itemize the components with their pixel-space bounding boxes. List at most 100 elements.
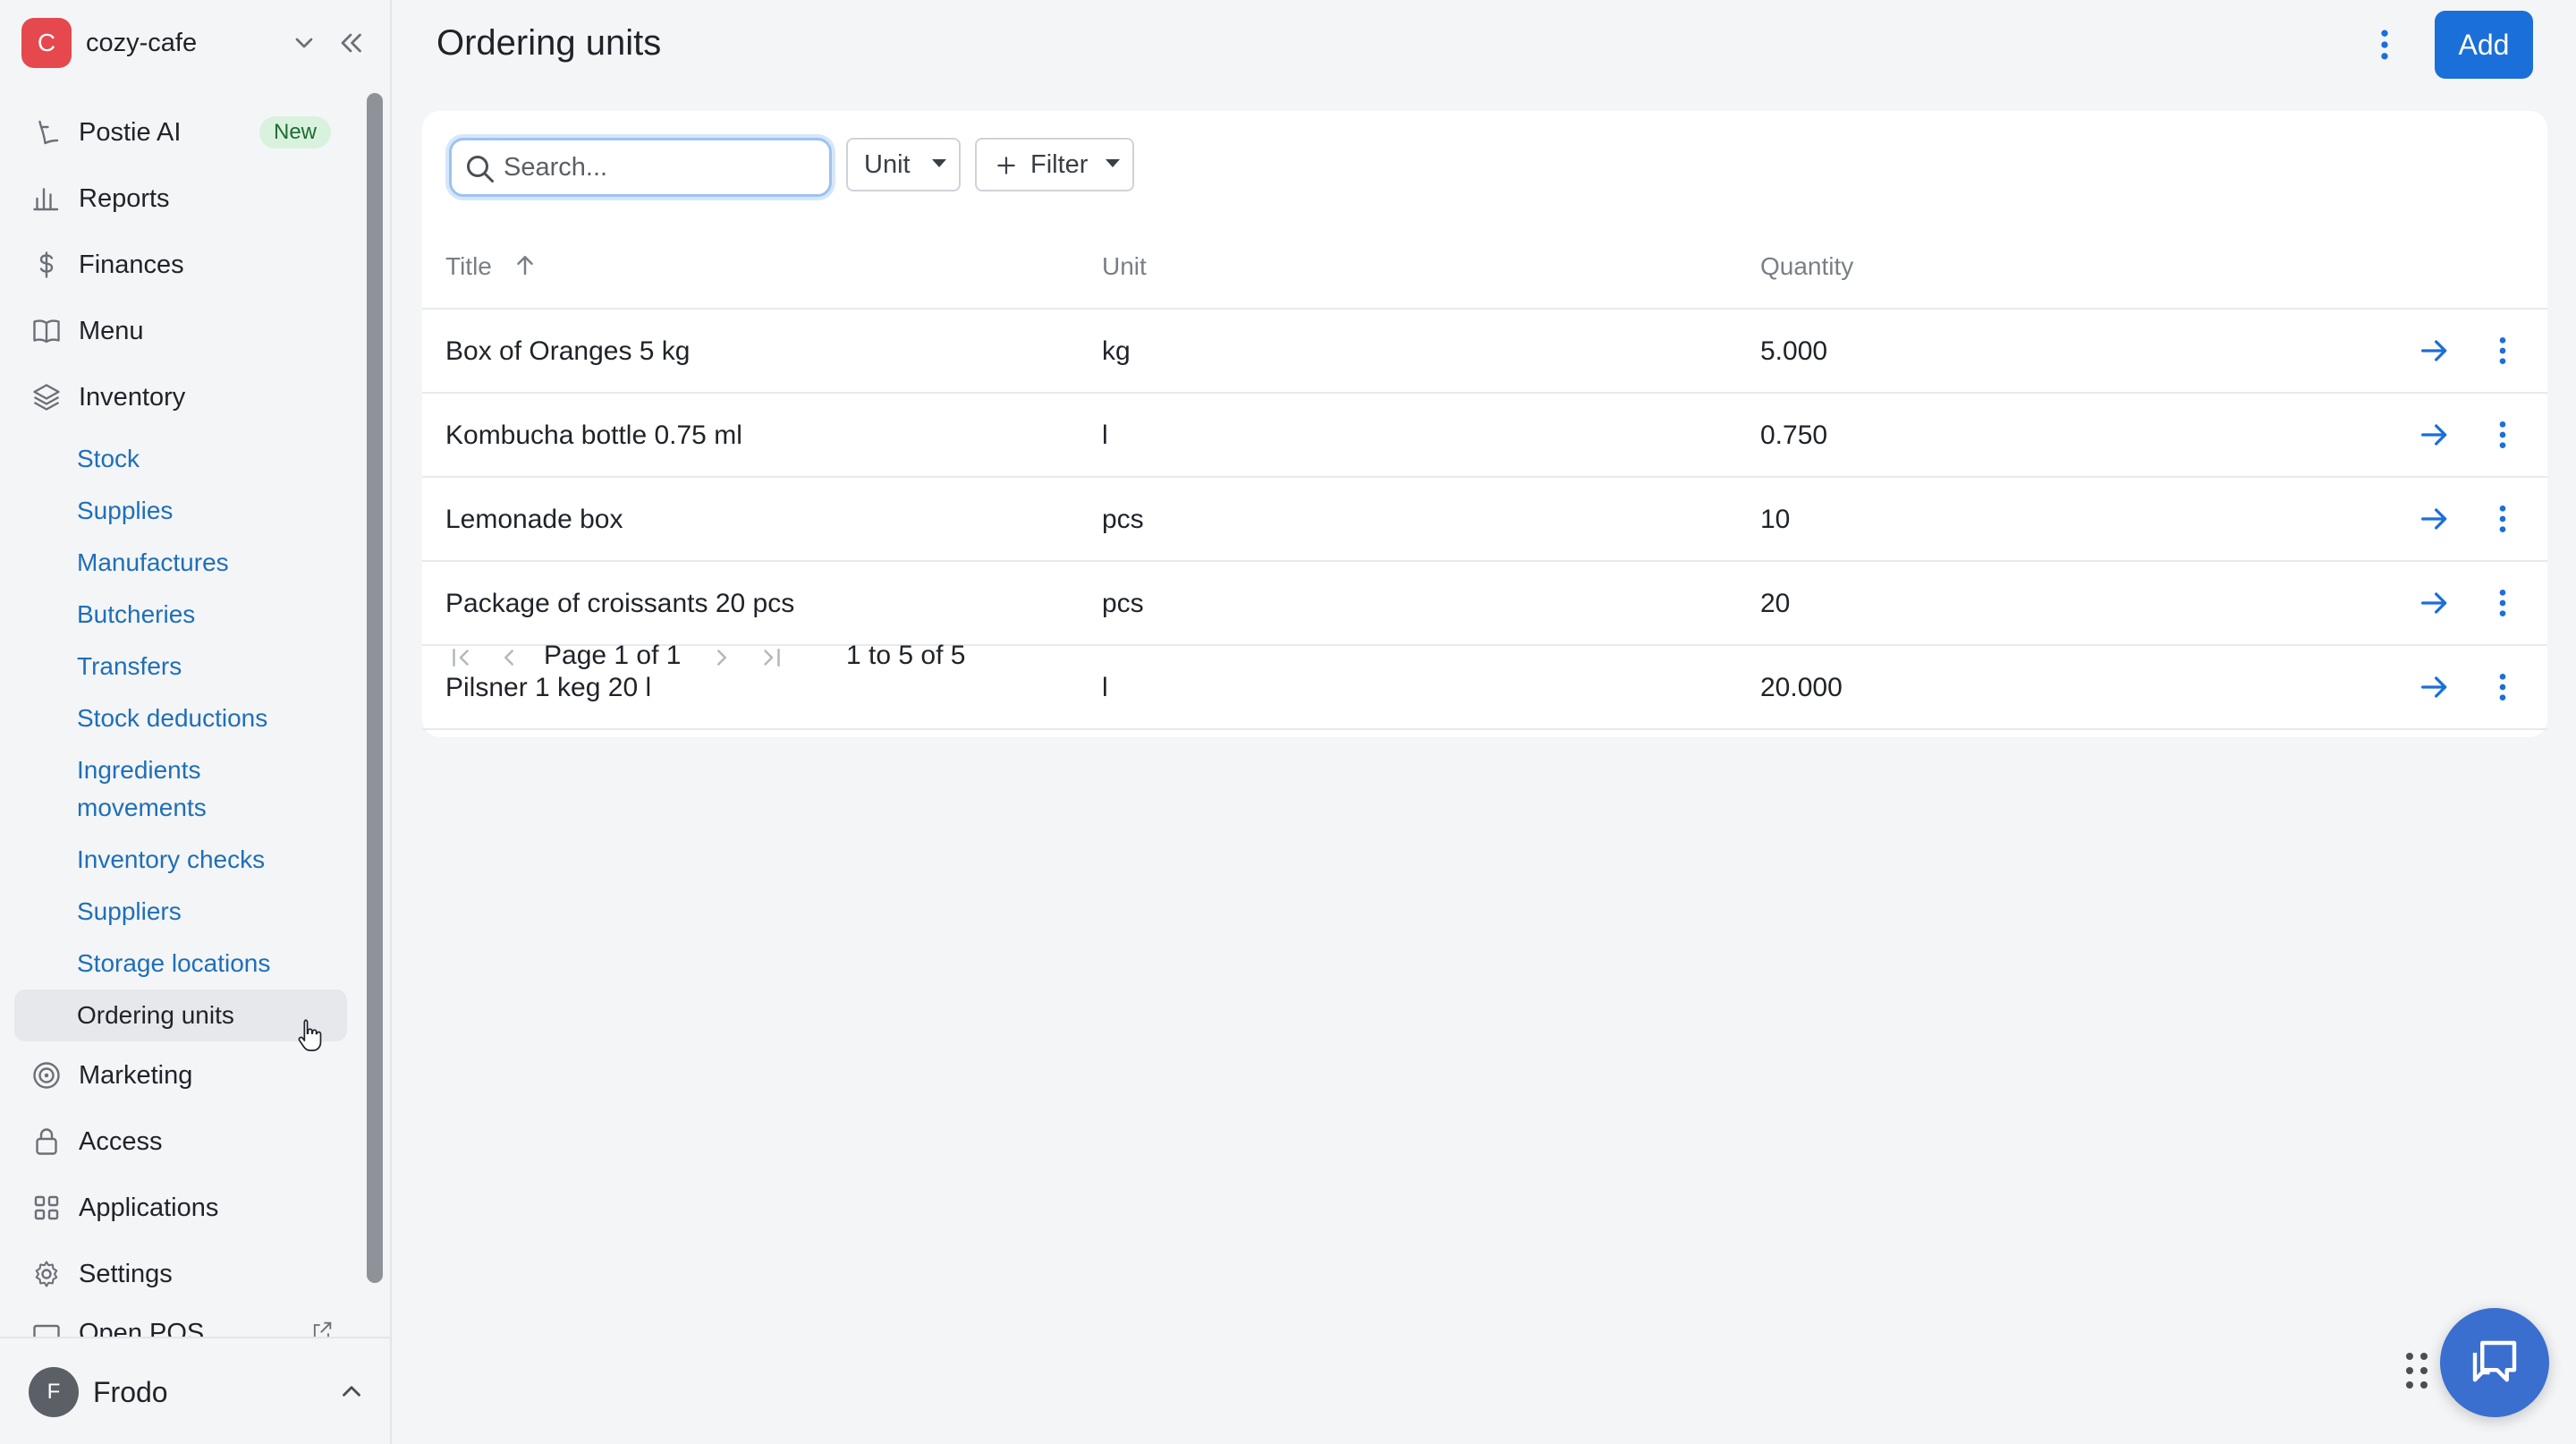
book-icon xyxy=(33,319,60,344)
sidebar-subitem-label: Ordering units xyxy=(77,1001,234,1029)
sidebar-subitem-stock-deductions[interactable]: Stock deductions xyxy=(77,700,267,737)
caret-down-icon xyxy=(1106,159,1120,167)
sidebar-subitem-butcheries[interactable]: Butcheries xyxy=(77,596,195,633)
sidebar-item-reports[interactable]: Reports xyxy=(14,170,347,227)
user-menu[interactable]: F Frodo xyxy=(0,1337,390,1444)
grid-icon xyxy=(34,1195,59,1220)
sidebar-item-finances[interactable]: Finances xyxy=(14,236,347,293)
sidebar-item-open-pos[interactable]: Open POS xyxy=(14,1312,347,1337)
table-divider xyxy=(422,476,2547,478)
table-divider xyxy=(422,560,2547,562)
more-vertical-icon[interactable] xyxy=(2368,25,2401,64)
dollar-icon xyxy=(39,251,54,278)
workspace-name: cozy-cafe xyxy=(86,28,198,57)
sidebar-subitem-suppliers[interactable]: Suppliers xyxy=(77,893,182,930)
sidebar-item-applications[interactable]: Applications xyxy=(14,1179,347,1236)
row-unit: pcs xyxy=(1102,589,1144,618)
chat-support-button[interactable] xyxy=(2440,1308,2549,1417)
more-vertical-icon[interactable] xyxy=(2485,669,2521,705)
collapse-sidebar-icon[interactable] xyxy=(335,27,367,59)
arrow-right-icon[interactable] xyxy=(2417,333,2453,369)
arrow-right-icon[interactable] xyxy=(2417,669,2453,705)
chat-icon xyxy=(2472,1340,2517,1382)
sidebar-subitem-supplies[interactable]: Supplies xyxy=(77,492,173,530)
sidebar-item-label: Reports xyxy=(79,183,170,213)
unit-filter-label: Unit xyxy=(864,149,911,179)
sidebar-subitem-inventory-checks[interactable]: Inventory checks xyxy=(77,841,265,879)
sidebar-item-access[interactable]: Access xyxy=(14,1113,347,1170)
chevron-up-icon[interactable] xyxy=(336,1376,367,1406)
row-unit: kg xyxy=(1102,336,1131,366)
row-unit: pcs xyxy=(1102,505,1144,534)
next-page-icon[interactable] xyxy=(708,644,735,671)
sidebar-subitem-manufactures[interactable]: Manufactures xyxy=(77,544,229,582)
more-vertical-icon[interactable] xyxy=(2485,333,2521,369)
sparkle-icon xyxy=(38,120,59,145)
row-quantity: 20 xyxy=(1760,589,1791,618)
column-header-unit[interactable]: Unit xyxy=(1102,252,1147,281)
arrow-right-icon[interactable] xyxy=(2417,585,2453,621)
more-vertical-icon[interactable] xyxy=(2485,417,2521,453)
sidebar-item-menu[interactable]: Menu xyxy=(14,302,347,360)
row-title: Pilsner 1 keg 20 l xyxy=(445,673,652,702)
row-title: Kombucha bottle 0.75 ml xyxy=(445,420,742,450)
bar-chart-icon xyxy=(33,188,59,211)
more-vertical-icon[interactable] xyxy=(2485,585,2521,621)
filter-label: Filter xyxy=(1030,149,1089,179)
lock-icon xyxy=(36,1128,57,1155)
add-button[interactable]: Add xyxy=(2435,11,2533,79)
row-quantity: 20.000 xyxy=(1760,673,1843,702)
more-vertical-icon[interactable] xyxy=(2485,501,2521,537)
table-divider xyxy=(422,728,2547,730)
sidebar-subitem-storage-locations[interactable]: Storage locations xyxy=(77,945,270,982)
last-page-icon[interactable] xyxy=(758,644,785,671)
column-header-quantity[interactable]: Quantity xyxy=(1760,252,1853,281)
sidebar-item-label: Marketing xyxy=(79,1060,193,1090)
sidebar-item-label: Applications xyxy=(79,1193,219,1222)
sidebar-item-inventory[interactable]: Inventory xyxy=(14,369,347,426)
monitor-icon xyxy=(33,1324,60,1337)
row-title: Package of croissants 20 pcs xyxy=(445,589,795,618)
chevron-down-icon[interactable] xyxy=(290,29,318,57)
sidebar-subitem-ingredients-movements[interactable]: Ingredients xyxy=(77,752,201,789)
sidebar-item-postie-ai[interactable]: Postie AI New xyxy=(14,104,347,161)
gear-icon xyxy=(35,1261,58,1287)
sidebar-item-label: Postie AI xyxy=(79,117,182,147)
external-link-icon xyxy=(313,1321,332,1337)
sidebar-item-label: Access xyxy=(79,1126,163,1156)
column-header-title[interactable]: Title xyxy=(445,252,492,281)
sidebar-subitem-ingredients-movements-line2[interactable]: movements xyxy=(77,789,207,827)
page-title: Ordering units xyxy=(436,23,662,63)
target-icon xyxy=(33,1062,60,1089)
table-divider xyxy=(422,308,2547,310)
sort-ascending-icon[interactable] xyxy=(512,251,538,279)
first-page-icon[interactable] xyxy=(447,644,474,671)
workspace-switcher[interactable]: C cozy-cafe xyxy=(21,18,370,68)
unit-filter-dropdown[interactable]: Unit xyxy=(846,138,961,191)
sidebar-subitem-stock[interactable]: Stock xyxy=(77,440,140,478)
search-input[interactable] xyxy=(504,148,817,187)
workspace-avatar: C xyxy=(21,18,72,68)
arrow-right-icon[interactable] xyxy=(2417,501,2453,537)
add-filter-dropdown[interactable]: Filter xyxy=(975,138,1134,191)
sidebar-subitem-transfers[interactable]: Transfers xyxy=(77,648,182,685)
hand-cursor-icon xyxy=(298,1019,322,1051)
arrow-right-icon[interactable] xyxy=(2417,417,2453,453)
sidebar: C cozy-cafe Postie AI New Reports Financ… xyxy=(0,0,392,1444)
sidebar-item-label: Inventory xyxy=(79,382,186,412)
search-box[interactable] xyxy=(449,138,832,197)
row-title: Lemonade box xyxy=(445,505,623,534)
plus-icon xyxy=(997,157,1015,174)
previous-page-icon[interactable] xyxy=(496,644,522,671)
row-unit: l xyxy=(1102,420,1108,450)
search-icon xyxy=(467,156,494,183)
table-divider xyxy=(422,644,2547,646)
sidebar-item-label: Menu xyxy=(79,316,144,345)
drag-handle-icon[interactable] xyxy=(2404,1351,2429,1390)
row-quantity: 10 xyxy=(1760,505,1791,534)
sidebar-scrollbar[interactable] xyxy=(367,93,383,1283)
caret-down-icon xyxy=(932,159,946,167)
range-indicator: 1 to 5 of 5 xyxy=(846,641,966,670)
sidebar-item-settings[interactable]: Settings xyxy=(14,1245,347,1303)
row-title: Box of Oranges 5 kg xyxy=(445,336,691,366)
